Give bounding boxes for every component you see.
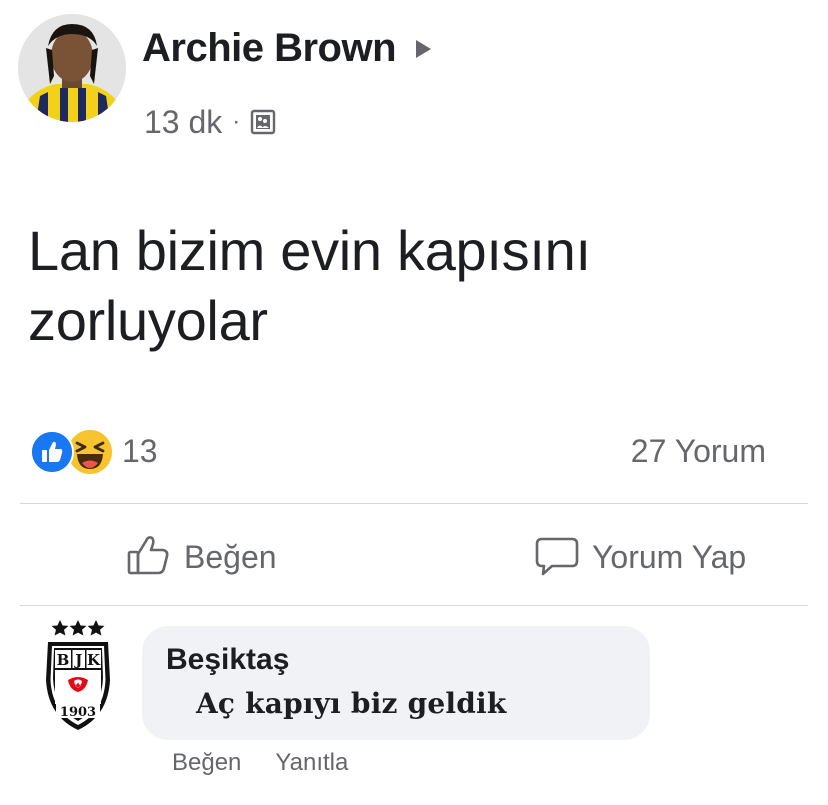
logo-letter-b: B	[57, 651, 70, 669]
post-text: Lan bizim evin kapısını zorluyolar	[28, 216, 808, 356]
like-button[interactable]: Beğen	[126, 510, 277, 604]
speech-bubble-icon	[534, 532, 580, 583]
comment-like-link[interactable]: Beğen	[172, 748, 241, 778]
reaction-summary: 13 27 Yorum	[30, 426, 790, 476]
photo-album-icon[interactable]	[249, 108, 277, 136]
comment-text: Aç kapıyı biz geldik	[196, 687, 507, 720]
comment-reply-link[interactable]: Yanıtla	[275, 748, 348, 778]
post-time[interactable]: 13 dk	[144, 104, 222, 140]
divider-bottom	[20, 605, 808, 606]
author-avatar[interactable]	[18, 14, 126, 122]
commenter-name[interactable]: Beşiktaş	[166, 642, 289, 678]
like-button-label: Beğen	[184, 539, 277, 575]
action-bar: Beğen Yorum Yap	[20, 510, 808, 604]
divider-top	[20, 503, 808, 504]
reaction-count[interactable]: 13	[122, 432, 158, 470]
comment: B J K 1903 Beşiktaş Aç kapıyı biz geldik…	[38, 620, 808, 800]
post-text-line-1: Lan bizim evin kapısını	[28, 219, 591, 282]
play-arrow-icon[interactable]	[416, 40, 431, 58]
club-logo[interactable]: B J K 1903	[38, 620, 118, 730]
comment-actions: Beğen Yanıtla	[172, 748, 382, 778]
comment-button[interactable]: Yorum Yap	[534, 510, 746, 604]
post-header: Archie Brown 13 dk ·	[18, 14, 808, 140]
thumbs-up-icon	[126, 532, 172, 583]
comment-bubble[interactable]: Beşiktaş Aç kapıyı biz geldik	[142, 626, 650, 740]
comment-count[interactable]: 27 Yorum	[631, 432, 766, 470]
post-text-line-2: zorluyolar	[28, 289, 268, 352]
post-meta: 13 dk ·	[144, 104, 277, 140]
reaction-icons[interactable]	[30, 426, 116, 476]
logo-letter-j: J	[73, 651, 82, 669]
like-reaction-icon	[30, 430, 74, 474]
meta-separator: ·	[232, 108, 241, 135]
logo-year: 1903	[60, 705, 96, 720]
logo-letter-k: K	[87, 651, 101, 669]
author-name[interactable]: Archie Brown	[142, 24, 397, 72]
comment-button-label: Yorum Yap	[592, 539, 747, 575]
